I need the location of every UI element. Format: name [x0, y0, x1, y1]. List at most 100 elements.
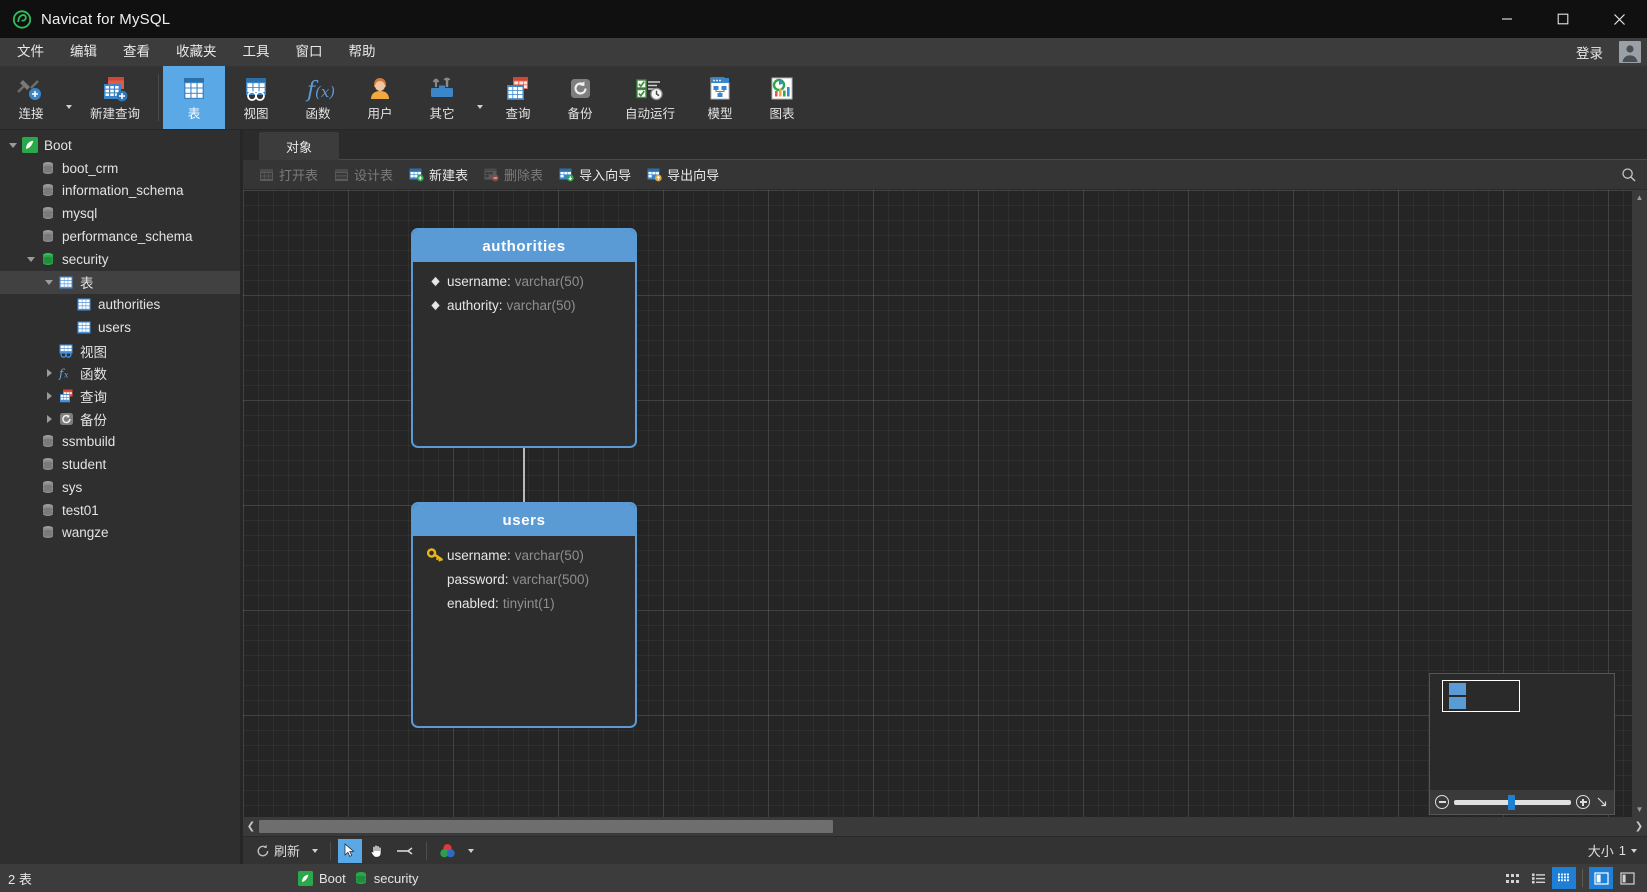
sidebar-item-student[interactable]: student	[0, 453, 240, 476]
search-icon[interactable]	[1621, 160, 1637, 190]
entity-box-users[interactable]: users username: varchar(50) password: varcha…	[411, 502, 637, 728]
chevron-down-icon[interactable]	[24, 256, 38, 262]
query-icon	[503, 74, 533, 104]
sidebar-item-users[interactable]: users	[0, 316, 240, 339]
diagram-canvas[interactable]: authorities username: varchar(50) authority…	[243, 190, 1632, 817]
chevron-right-icon[interactable]	[42, 369, 56, 378]
login-link[interactable]: 登录	[1566, 42, 1613, 62]
toolbar-button-other[interactable]: 其它	[411, 66, 473, 129]
entity-column-name: username:	[447, 547, 511, 563]
menu-window[interactable]: 窗口	[283, 38, 336, 66]
canvas-vertical-scrollbar[interactable]: ▲ ▼	[1632, 190, 1647, 817]
sidebar-item-[interactable]: 视图	[0, 339, 240, 362]
preview-pane-left-button[interactable]	[1589, 867, 1613, 889]
close-button[interactable]	[1591, 0, 1647, 38]
toolbar-button-function[interactable]: f (x) 函数	[287, 66, 349, 129]
zoom-slider-knob[interactable]	[1507, 794, 1515, 810]
sidebar-item-sys[interactable]: sys	[0, 476, 240, 499]
toolbar-button-connection[interactable]: 连接	[0, 66, 62, 129]
chevron-down-icon[interactable]	[42, 279, 56, 285]
open-table-button[interactable]: 打开表	[251, 163, 326, 187]
list-view-button[interactable]	[1526, 867, 1550, 889]
sidebar-item-boot_crm[interactable]: boot_crm	[0, 157, 240, 180]
refresh-dropdown-caret[interactable]	[307, 839, 323, 863]
refresh-button[interactable]: 刷新	[251, 839, 305, 863]
menu-edit[interactable]: 编辑	[57, 38, 110, 66]
zoom-slider[interactable]	[1454, 794, 1571, 810]
expand-diagonal-icon[interactable]	[1595, 796, 1609, 808]
scroll-up-arrow[interactable]: ▲	[1632, 190, 1647, 205]
horizontal-scroll-thumb[interactable]	[259, 820, 833, 833]
scroll-left-arrow[interactable]: ❮	[243, 821, 259, 832]
minimap-canvas[interactable]	[1430, 674, 1614, 790]
entity-box-authorities[interactable]: authorities username: varchar(50) authority…	[411, 228, 637, 448]
relation-tool-button[interactable]	[391, 839, 419, 863]
new-table-button[interactable]: 新建表	[401, 163, 476, 187]
canvas-horizontal-scrollbar[interactable]: ❮ ❯	[243, 817, 1647, 836]
relationship-line[interactable]	[523, 448, 525, 502]
sidebar-item-[interactable]: f x 函数	[0, 362, 240, 385]
menu-file[interactable]: 文件	[4, 38, 57, 66]
menu-tools[interactable]: 工具	[230, 38, 283, 66]
entity-column-row[interactable]: authority: varchar(50)	[413, 293, 635, 317]
sidebar-item-ssmbuild[interactable]: ssmbuild	[0, 430, 240, 453]
color-dropdown-caret[interactable]	[463, 839, 479, 863]
menu-favorites[interactable]: 收藏夹	[163, 38, 230, 66]
entity-column-row[interactable]: username: varchar(50)	[413, 269, 635, 293]
pointer-tool-button[interactable]	[338, 838, 363, 863]
database-gray-icon	[41, 183, 55, 198]
toolbar-button-chart[interactable]: 图表	[751, 66, 813, 129]
sidebar-item-[interactable]: 查询	[0, 385, 240, 408]
menu-view[interactable]: 查看	[110, 38, 163, 66]
toolbar-button-query[interactable]: 查询	[487, 66, 549, 129]
sidebar-item-boot[interactable]: Boot	[0, 134, 240, 157]
chevron-right-icon[interactable]	[42, 392, 56, 401]
toolbar-button-automation[interactable]: 自动运行	[611, 66, 689, 129]
toolbar-button-table[interactable]: 表	[163, 66, 225, 129]
zoom-out-icon[interactable]	[1435, 795, 1449, 809]
color-button[interactable]	[434, 839, 461, 863]
import-wizard-button[interactable]: 导入向导	[551, 163, 639, 187]
sidebar-item-test01[interactable]: test01	[0, 499, 240, 522]
scroll-right-arrow[interactable]: ❯	[1631, 821, 1647, 832]
sidebar-item-[interactable]: 备份	[0, 408, 240, 431]
scroll-down-arrow[interactable]: ▼	[1632, 802, 1647, 817]
chevron-right-icon[interactable]	[42, 414, 56, 423]
toolbar-button-backup[interactable]: 备份	[549, 66, 611, 129]
sidebar-item-authorities[interactable]: authorities	[0, 294, 240, 317]
menu-help[interactable]: 帮助	[336, 38, 389, 66]
minimize-button[interactable]	[1479, 0, 1535, 38]
grid-view-button[interactable]	[1500, 867, 1524, 889]
sidebar-item-performance_schema[interactable]: performance_schema	[0, 225, 240, 248]
user-avatar-icon[interactable]	[1613, 38, 1647, 66]
delete-table-button[interactable]: 删除表	[476, 163, 551, 187]
toolbar-button-view[interactable]: 视图	[225, 66, 287, 129]
delete-table-icon	[484, 168, 499, 182]
connection-dropdown-caret[interactable]	[62, 66, 76, 129]
toolbar-button-model[interactable]: 模型	[689, 66, 751, 129]
export-wizard-button[interactable]: 导出向导	[639, 163, 727, 187]
toolbar-button-new-query[interactable]: 新建查询	[76, 66, 154, 129]
sidebar-item-security[interactable]: security	[0, 248, 240, 271]
design-table-button[interactable]: 设计表	[326, 163, 401, 187]
preview-pane-right-button[interactable]	[1615, 867, 1639, 889]
toolbar-label-user: 用户	[367, 107, 393, 121]
entity-column-row[interactable]: enabled: tinyint(1)	[413, 591, 635, 615]
chevron-down-icon[interactable]	[6, 142, 20, 148]
other-dropdown-caret[interactable]	[473, 66, 487, 129]
toolbar-button-user[interactable]: 用户	[349, 66, 411, 129]
sidebar-item-[interactable]: 表	[0, 270, 240, 294]
sidebar-item-information_schema[interactable]: information_schema	[0, 180, 240, 203]
size-dropdown-caret[interactable]	[1631, 848, 1637, 853]
entity-column-row[interactable]: password: varchar(500)	[413, 567, 635, 591]
tab-objects[interactable]: 对象	[259, 132, 339, 160]
entity-column-row[interactable]: username: varchar(50)	[413, 543, 635, 567]
maximize-button[interactable]	[1535, 0, 1591, 38]
hand-tool-button[interactable]	[364, 839, 389, 863]
zoom-in-icon[interactable]	[1576, 795, 1590, 809]
sidebar-item-mysql[interactable]: mysql	[0, 202, 240, 225]
diagram-minimap[interactable]	[1429, 673, 1615, 815]
detail-view-button[interactable]	[1552, 867, 1576, 889]
vertical-scroll-track[interactable]	[1632, 205, 1647, 802]
sidebar-item-wangze[interactable]: wangze	[0, 522, 240, 545]
